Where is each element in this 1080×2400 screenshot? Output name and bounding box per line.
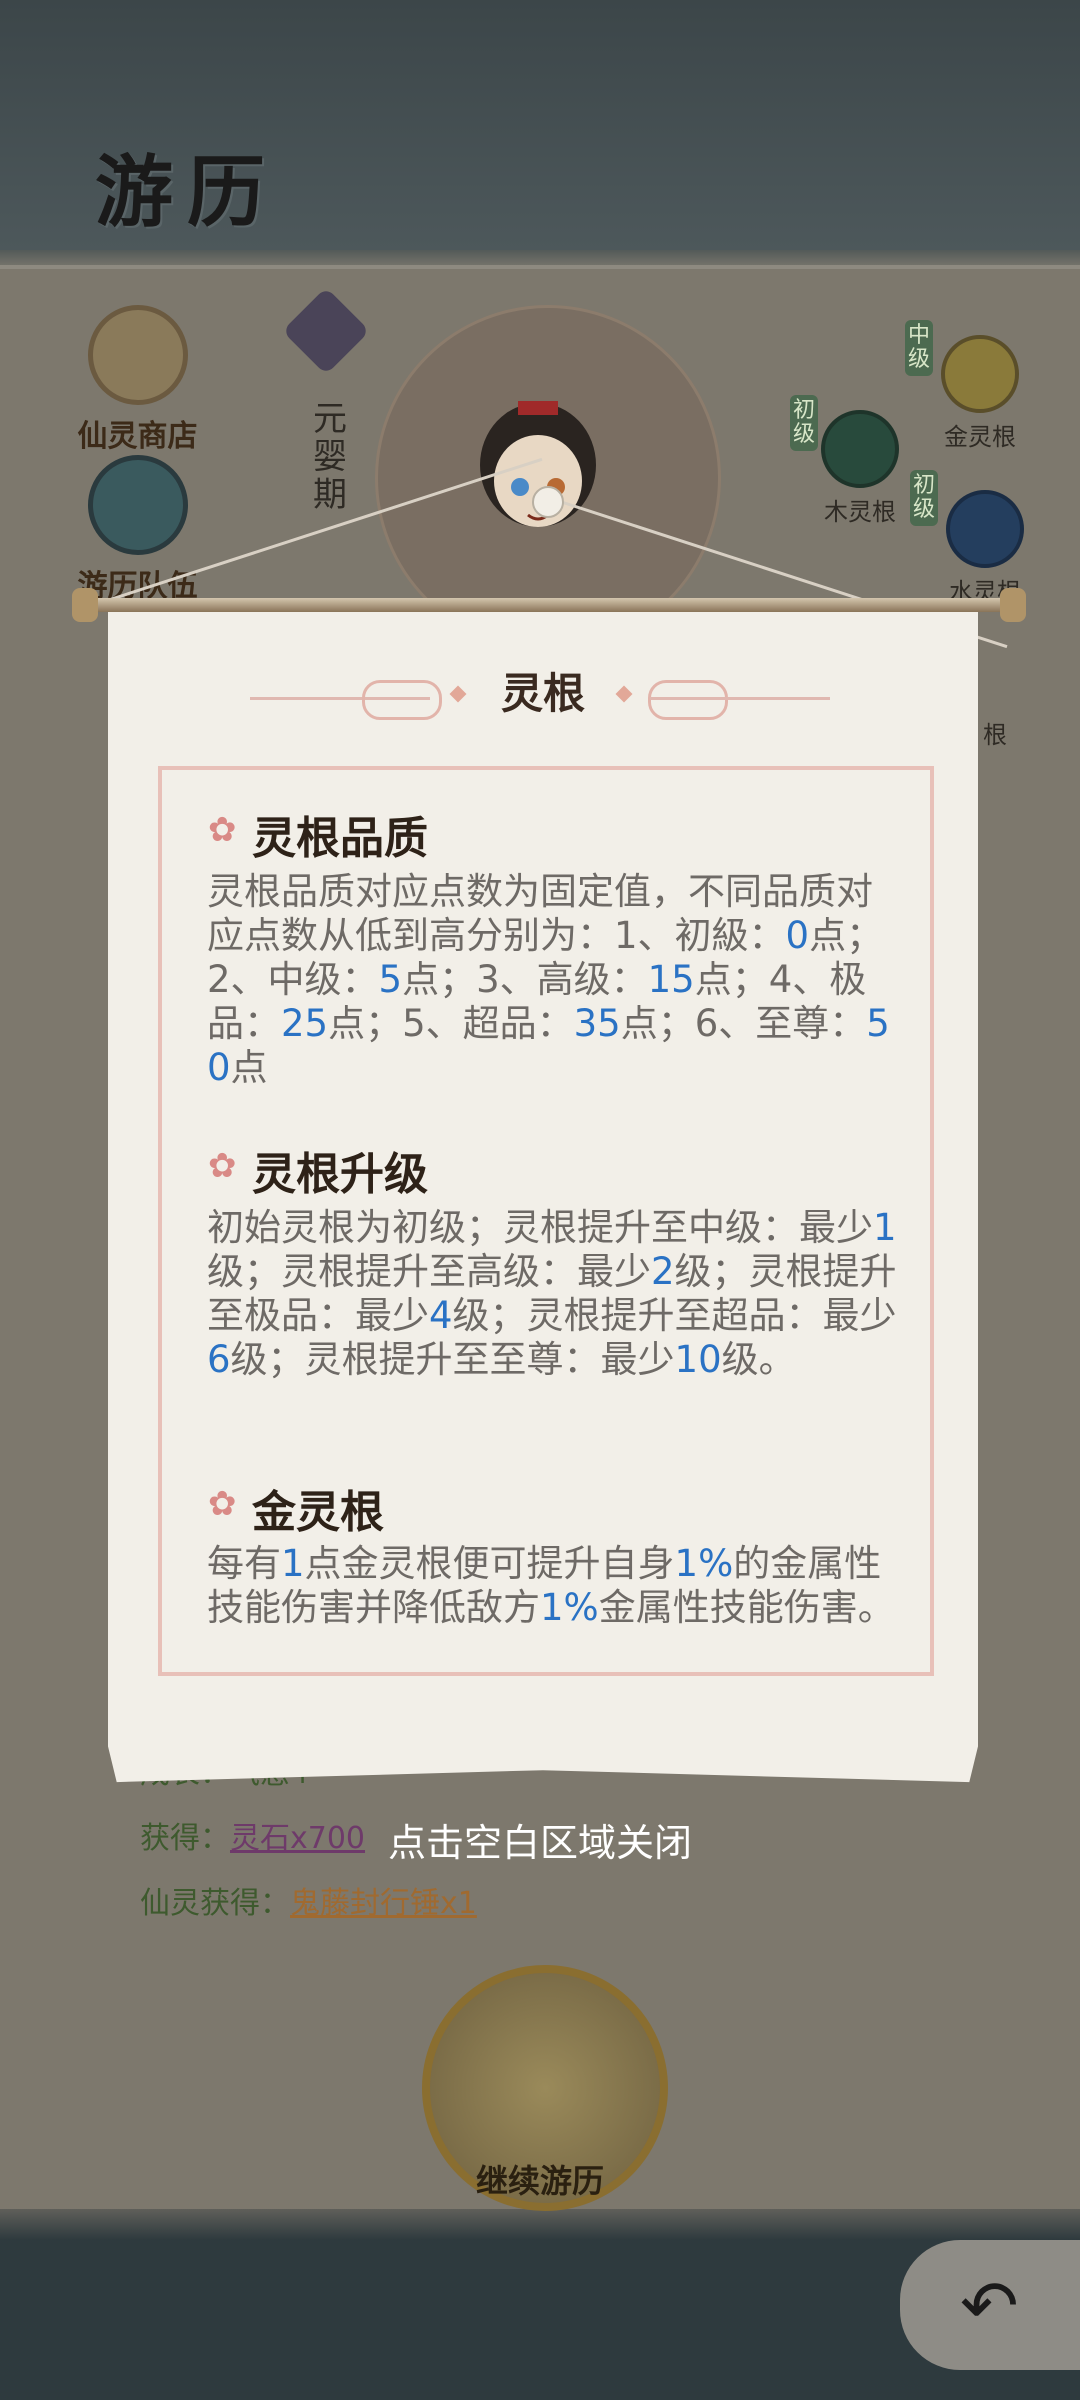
flower-icon: ✿	[208, 810, 237, 850]
back-arrow-icon[interactable]: ↶	[960, 2265, 1019, 2347]
shop-icon	[87, 305, 188, 405]
travel-team-button[interactable]: 游历队伍	[65, 455, 210, 605]
highlight-number: 1	[873, 1206, 897, 1249]
highlight-number: 10	[674, 1338, 722, 1381]
text-run: 点；5、超品：	[328, 1002, 574, 1045]
highlight-number: 5	[378, 958, 403, 1001]
metal-root[interactable]: 金灵根	[920, 335, 1040, 452]
highlight-number: 6	[207, 1338, 231, 1381]
text-run: 灵根品质对应点数为固定值，不同品质对应点数从低到高分别为：1、初級：	[207, 870, 873, 957]
section-text-quality: 灵根品质对应点数为固定值，不同品质对应点数从低到高分别为：1、初級：0点；2、中…	[207, 870, 897, 1090]
text-run: 级；灵根提升至高级：最少	[207, 1250, 651, 1293]
section-text-metal: 每有1点金灵根便可提升自身1%的金属性技能伤害并降低敌方1%金属性技能伤害。	[207, 1542, 897, 1630]
text-run: 点金灵根便可提升自身	[304, 1542, 675, 1585]
close-hint[interactable]: 点击空白区域关闭	[0, 1812, 1080, 1867]
hanging-knob	[532, 486, 564, 518]
highlight-number: 0	[785, 914, 810, 957]
flower-icon: ✿	[208, 1146, 237, 1186]
highlight-number: 1	[281, 1542, 305, 1585]
text-run: 初始灵根为初级；灵根提升至中级：最少	[207, 1206, 873, 1249]
log-spirit-gain: 仙灵获得：鬼藤封行锤x1	[140, 1886, 477, 1921]
spirit-shop-button[interactable]: 仙灵商店	[65, 305, 210, 455]
highlight-number: 35	[573, 1002, 621, 1045]
highlight-number: 15	[647, 958, 695, 1001]
text-run: 级。	[721, 1338, 796, 1381]
section-heading-metal: 金灵根	[252, 1487, 384, 1538]
text-run: 金属性技能伤害。	[598, 1586, 895, 1629]
realm-label: 元婴期	[313, 399, 347, 515]
text-run: 点	[230, 1046, 268, 1089]
title-deco-swirl	[648, 680, 728, 720]
text-run: 每有	[207, 1542, 281, 1585]
continue-travel-label: 继续游历	[475, 2162, 604, 2200]
rod-end-left	[72, 588, 98, 622]
text-run: 点；6、至尊：	[620, 1002, 867, 1045]
page-title: 游历	[95, 147, 280, 238]
team-icon	[87, 455, 188, 555]
water-root-icon	[946, 490, 1024, 568]
flower-icon: ✿	[208, 1484, 237, 1524]
highlight-number: 4	[429, 1294, 453, 1337]
metal-root-label: 金灵根	[944, 423, 1016, 451]
wood-root-label: 木灵根	[824, 498, 896, 526]
wood-root-icon	[821, 410, 899, 488]
section-text-upgrade: 初始灵根为初级；灵根提升至中级：最少1级；灵根提升至高级：最少2级；灵根提升至极…	[207, 1206, 897, 1382]
highlight-number: 1%	[674, 1542, 734, 1585]
section-heading-quality: 灵根品质	[252, 813, 428, 864]
metal-root-icon	[941, 335, 1019, 413]
modal-title: 灵根	[500, 669, 585, 718]
rod-end-right	[1000, 588, 1026, 622]
text-run: 级；灵根提升至至尊：最少	[230, 1338, 675, 1381]
text-run: 点；3、高级：	[402, 958, 648, 1001]
section-heading-upgrade: 灵根升级	[252, 1149, 428, 1200]
highlight-number: 25	[281, 1002, 329, 1045]
title-deco-line	[650, 697, 830, 700]
highlight-number: 1%	[540, 1586, 599, 1629]
wood-root[interactable]: 木灵根	[805, 410, 915, 527]
scroll-rod	[75, 598, 1013, 612]
spirit-shop-label: 仙灵商店	[77, 419, 198, 454]
highlight-number: 2	[651, 1250, 675, 1293]
text-run: 级；灵根提升至超品：最少	[452, 1294, 897, 1337]
